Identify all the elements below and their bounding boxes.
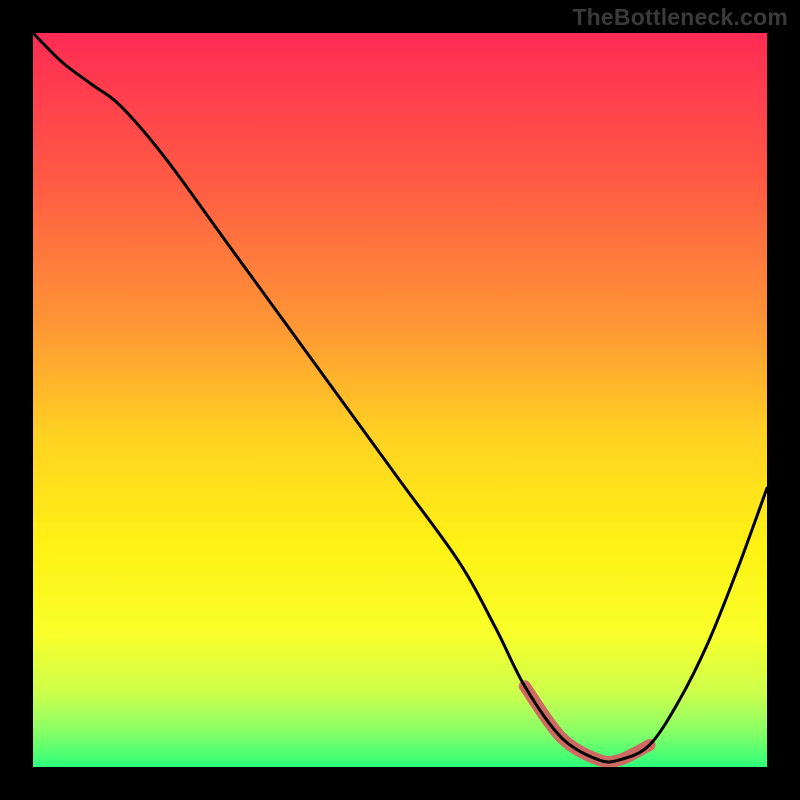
chart-svg <box>33 33 767 767</box>
chart-plot-area <box>33 33 767 767</box>
chart-frame: TheBottleneck.com <box>0 0 800 800</box>
watermark-text: TheBottleneck.com <box>572 4 788 31</box>
gradient-rect <box>33 33 767 767</box>
